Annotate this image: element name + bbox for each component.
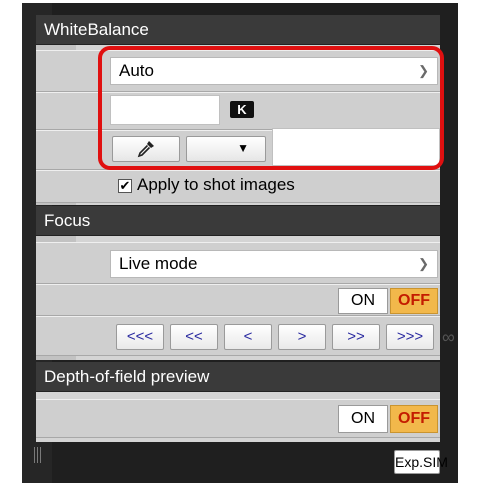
focus-near-1-label: < [243, 328, 253, 345]
white-balance-title: WhiteBalance [44, 20, 149, 39]
focus-off-label: OFF [398, 292, 430, 309]
focus-near-2-label: << [185, 328, 203, 345]
focus-mode-select[interactable]: Live mode ❯ [110, 250, 438, 278]
white-balance-header: WhiteBalance [36, 15, 440, 45]
focus-far-2-label: >> [347, 328, 365, 345]
apply-to-shot-label: Apply to shot images [137, 175, 295, 194]
infinity-icon: ∞ [442, 327, 455, 347]
focus-near-2-button[interactable]: << [170, 324, 218, 350]
focus-far-1-button[interactable]: > [278, 324, 326, 350]
exp-sim-indicator: Exp.SIM [394, 450, 448, 474]
apply-to-shot-checkbox[interactable]: ✔ [118, 179, 132, 193]
focus-header: Focus [36, 206, 440, 236]
dof-off-button[interactable]: OFF [390, 405, 438, 433]
highlight-box [98, 46, 444, 170]
dof-off-label: OFF [398, 410, 430, 427]
focus-off-button[interactable]: OFF [390, 288, 438, 314]
focus-far-3-button[interactable]: >>> [386, 324, 434, 350]
dof-on-label: ON [351, 410, 375, 427]
focus-near-1-button[interactable]: < [224, 324, 272, 350]
focus-far-3-label: >>> [396, 328, 424, 345]
focus-on-label: ON [351, 292, 375, 309]
focus-on-button[interactable]: ON [338, 288, 388, 314]
exp-sim-label: Exp.SIM [395, 454, 448, 470]
focus-title: Focus [44, 211, 91, 230]
focus-near-3-label: <<< [126, 328, 154, 345]
focus-far-1-label: > [297, 328, 307, 345]
resize-grip-icon[interactable] [34, 447, 42, 463]
dof-title: Depth-of-field preview [44, 367, 210, 386]
dof-header: Depth-of-field preview [36, 362, 440, 392]
focus-mode-value: Live mode [119, 254, 198, 273]
focus-near-3-button[interactable]: <<< [116, 324, 164, 350]
focus-far-2-button[interactable]: >> [332, 324, 380, 350]
chevron-down-icon: ❯ [418, 256, 429, 271]
dof-on-button[interactable]: ON [338, 405, 388, 433]
